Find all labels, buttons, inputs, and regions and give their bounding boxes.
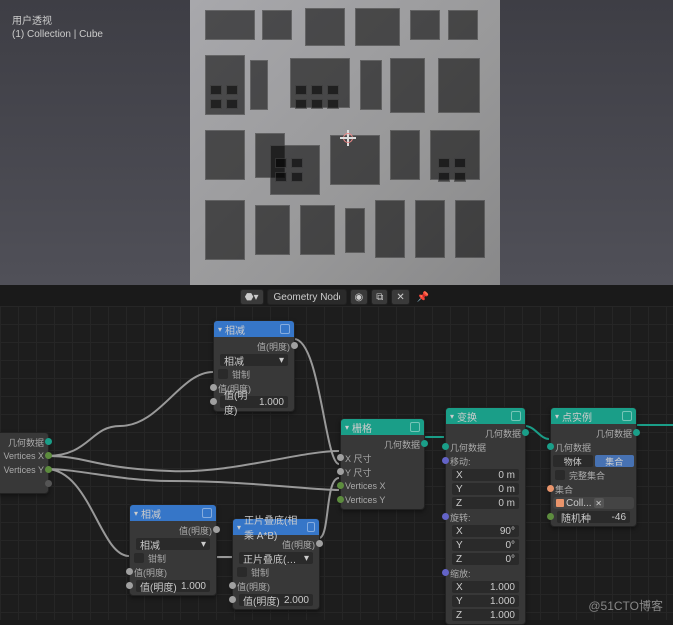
node-header[interactable]: ▾相减 (130, 505, 216, 521)
value-input[interactable]: 值(明度)1.000 (220, 396, 288, 408)
node-editor[interactable]: 几何数据 Vertices X Vertices Y ▾相减 值(明度) 相减▾… (0, 306, 673, 620)
nodetree-name-input[interactable] (267, 289, 347, 305)
node-mesh-grid[interactable]: ▾栅格 几何数据 X 尺寸 Y 尺寸 Vertices X Vertices Y (340, 418, 425, 510)
shield-button[interactable]: ◉ (350, 289, 369, 305)
translate-y-input[interactable]: Y0 m (452, 483, 519, 495)
shield-icon: ◉ (355, 292, 364, 303)
rendered-mesh (190, 0, 500, 285)
duplicate-icon: ⧉ (376, 292, 383, 303)
clamp-checkbox[interactable] (134, 553, 144, 563)
clamp-checkbox[interactable] (237, 567, 247, 577)
value-input[interactable]: 值(明度)1.000 (136, 580, 210, 592)
pin-icon[interactable] (307, 522, 315, 532)
clear-icon[interactable]: ✕ (594, 498, 604, 508)
node-math-subtract-1[interactable]: ▾相减 值(明度) 相减▾ 钳制 值(明度) 值(明度)1.000 (213, 320, 295, 412)
rotate-z-input[interactable]: Z0° (452, 553, 519, 565)
pin-icon[interactable] (622, 411, 632, 421)
rotate-x-input[interactable]: X90° (452, 525, 519, 537)
node-point-instance[interactable]: ▾点实例 几何数据 几何数据 物体 集合 完整集合 集合 Coll...✕ 随机… (550, 407, 637, 527)
node-header[interactable]: ▾正片叠底(相乘 A*B) (233, 519, 319, 535)
instance-type-collection[interactable]: 集合 (595, 455, 635, 467)
node-group-input[interactable]: 几何数据 Vertices X Vertices Y (0, 432, 49, 494)
whole-collection-checkbox[interactable] (555, 470, 565, 480)
editor-type-dropdown[interactable]: ⬣▾ (240, 289, 264, 305)
socket-label: Vertices Y (4, 465, 44, 475)
socket-label: 几何数据 (8, 436, 44, 449)
scale-y-input[interactable]: Y1.000 (452, 595, 519, 607)
rotate-y-input[interactable]: Y0° (452, 539, 519, 551)
pin-icon[interactable] (202, 508, 212, 518)
new-button[interactable]: ⧉ (371, 289, 388, 305)
collection-label: (1) Collection | Cube (12, 29, 103, 40)
collection-icon (556, 499, 564, 507)
viewport-overlay: 用户透视 (1) Collection | Cube (12, 12, 103, 40)
translate-x-input[interactable]: X0 m (452, 469, 519, 481)
operation-dropdown[interactable]: 相减▾ (136, 538, 210, 550)
node-header[interactable]: ▾栅格 (341, 419, 424, 435)
clamp-checkbox[interactable] (218, 369, 228, 379)
scale-z-input[interactable]: Z1.000 (452, 609, 519, 621)
seed-input[interactable]: 随机种-46 (557, 511, 630, 523)
node-header[interactable]: ▾变换 (446, 408, 525, 424)
pin-icon[interactable] (410, 422, 420, 432)
node-header[interactable]: ▾相减 (214, 321, 294, 337)
viewport-3d[interactable]: 用户透视 (1) Collection | Cube (0, 0, 673, 285)
socket-label: Vertices X (3, 451, 44, 461)
operation-dropdown[interactable]: 正片叠底(相乘 A*B)▾ (239, 552, 313, 564)
pin-icon[interactable] (511, 411, 521, 421)
unlink-button[interactable]: ✕ (391, 289, 409, 305)
watermark: @51CTO博客 (588, 597, 663, 614)
collection-picker[interactable]: Coll...✕ (553, 497, 634, 509)
close-icon: ✕ (396, 292, 404, 303)
pin-icon: 📌 (417, 292, 429, 303)
scale-x-input[interactable]: X1.000 (452, 581, 519, 593)
node-header[interactable]: ▾点实例 (551, 408, 636, 424)
node-transform[interactable]: ▾变换 几何数据 几何数据 移动: X0 m Y0 m Z0 m 旋转: X90… (445, 407, 526, 625)
view-mode-label: 用户透视 (12, 12, 103, 27)
pin-button[interactable]: 📌 (413, 289, 433, 305)
translate-z-input[interactable]: Z0 m (452, 497, 519, 509)
node-tree-icon: ⬣▾ (245, 292, 259, 303)
pin-icon[interactable] (280, 324, 290, 334)
node-editor-header: ⬣▾ ◉ ⧉ ✕ 📌 (0, 288, 673, 306)
node-math-multiply[interactable]: ▾正片叠底(相乘 A*B) 值(明度) 正片叠底(相乘 A*B)▾ 钳制 值(明… (232, 518, 320, 610)
instance-type-object[interactable]: 物体 (553, 455, 593, 467)
node-math-subtract-2[interactable]: ▾相减 值(明度) 相减▾ 钳制 值(明度) 值(明度)1.000 (129, 504, 217, 596)
operation-dropdown[interactable]: 相减▾ (220, 354, 288, 366)
value-input[interactable]: 值(明度)2.000 (239, 594, 313, 606)
